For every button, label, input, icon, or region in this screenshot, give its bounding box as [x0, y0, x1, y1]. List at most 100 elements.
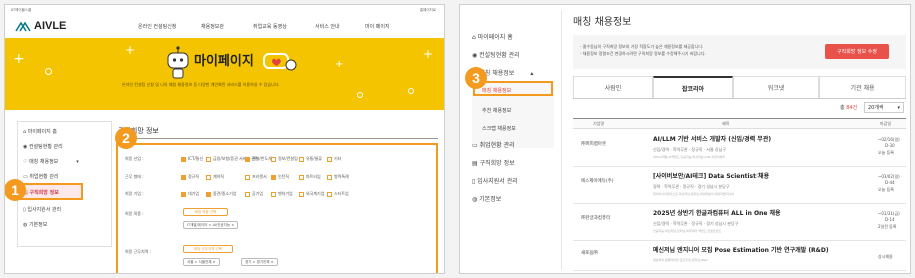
job-title[interactable]: 메신저님 엔지니어 모집 Pose Estimation 기반 연구개발 (R&…: [653, 248, 829, 254]
checkbox-icon[interactable]: [271, 174, 276, 180]
job-row[interactable]: 에스제이에듀(주) [사이버보안/AI테크] Data Scientist 채용 ☆…: [573, 167, 906, 204]
submenu-recommended[interactable]: 추천 채용정보: [482, 107, 511, 114]
job-tags: SW/AI개발,AI백엔드,인공지능,머신러닝,LLM,자연어처리: [653, 155, 726, 159]
checkbox-option[interactable]: 외국계기업: [299, 191, 324, 197]
checkbox-icon[interactable]: [181, 174, 186, 180]
checkbox-icon[interactable]: [181, 156, 186, 162]
checkbox-icon[interactable]: [245, 191, 250, 197]
checkbox-option[interactable]: 병역특례: [327, 174, 349, 180]
section-divider: [118, 138, 438, 139]
scrap-star-icon[interactable]: ☆: [755, 210, 761, 217]
checkbox-option[interactable]: 공기업: [245, 191, 263, 197]
nav-service[interactable]: 서비스 안내: [315, 25, 340, 30]
checkbox-option[interactable]: 대기업: [181, 191, 199, 197]
checkbox-icon[interactable]: [271, 156, 276, 162]
checkbox-option[interactable]: ICT/통신: [181, 156, 203, 162]
checkbox-option[interactable]: 인턴직: [271, 174, 289, 180]
sidebar-item-employment[interactable]: ▭ 취업현황 관리: [23, 173, 59, 180]
job-title[interactable]: 2025년 상반기 한글과컴퓨터 ALL in One 채용: [653, 211, 781, 217]
scrap-star-icon[interactable]: ☆: [755, 173, 761, 180]
job-row[interactable]: ㈜한글과컴퓨터 2025년 상반기 한글과컴퓨터 ALL in One 채용 ☆ 신입…: [573, 204, 906, 241]
checkbox-option[interactable]: 전자/반도체: [245, 156, 272, 162]
select-region-button[interactable]: 희망 근무지역 선택: [183, 245, 233, 253]
nav-mypage[interactable]: 마이 페이지: [365, 25, 390, 30]
checkbox-option[interactable]: 중견/중소기업: [206, 191, 236, 197]
nav-consulting[interactable]: 온라인 컨설팅신청: [138, 25, 176, 30]
sidebar-item-application[interactable]: ▯ 입사지원서 관리: [23, 206, 61, 213]
tab-saramin[interactable]: 사람인: [573, 76, 653, 98]
tab-jobkorea[interactable]: 잡코리아: [653, 76, 733, 98]
sidebar-item-home[interactable]: ⌂ 마이페이지 홈: [23, 128, 57, 135]
checkbox-option[interactable]: 계약직: [206, 174, 224, 180]
job-dday: D-44: [885, 180, 895, 185]
region-chip-gyeonggi[interactable]: 경기 > 경기전체 ×: [241, 258, 278, 266]
banner-title: 마이페이지: [194, 54, 254, 69]
right-screenshot: ⌂ 마이페이지 홈 ◉ 컨설팅현황 관리 ♡ 매칭 채용정보▴ 매칭 채용정보 …: [459, 4, 911, 274]
table-header: [573, 118, 906, 129]
sidebar-item-matching[interactable]: ♡ 매칭 채용정보 ▾: [23, 158, 79, 165]
checkbox-option[interactable]: 파트타임: [299, 174, 321, 180]
checkbox-option[interactable]: 정보/컨설팅: [271, 156, 298, 162]
home-link[interactable]: 홈페이지로: [420, 8, 436, 13]
company-type-label: 희망 기업 :: [125, 191, 144, 196]
job-company[interactable]: 에스제이에듀(주): [581, 179, 614, 185]
checkbox-option[interactable]: 기타: [327, 156, 341, 162]
mypage-banner: + + + + 마이페이지 온라인 컨설팅 신청 및 나의 매칭 채용정보 등 …: [5, 38, 444, 110]
checkbox-icon[interactable]: [299, 174, 304, 180]
job-title[interactable]: [사이버보안/AI테크] Data Scientist 채용: [653, 174, 769, 180]
tab-worknet[interactable]: 워크넷: [733, 76, 819, 98]
aivle-logo-icon: [15, 21, 31, 31]
sidebar-item-application[interactable]: ▯ 입사지원서 관리: [472, 176, 518, 185]
sidebar-item-employment[interactable]: ▭ 취업현황 관리: [472, 140, 515, 149]
edit-preference-button[interactable]: 구직희망 정보 수정: [825, 44, 889, 59]
scrap-star-icon[interactable]: ☆: [793, 247, 799, 254]
sidebar-item-home[interactable]: ⌂ 마이페이지 홈: [472, 32, 513, 41]
circle-decoration: [357, 92, 363, 98]
checkbox-icon[interactable]: [327, 156, 332, 162]
worktype-label: 근무 형태 :: [125, 174, 144, 179]
region-chip-seoul[interactable]: 서울 > 서울전체 ×: [183, 258, 220, 266]
job-row[interactable]: 새로움㈜ 메신저님 엔지니어 모집 Pose Estimation 기반 연구개발…: [573, 241, 906, 271]
callout-1: 1: [5, 179, 26, 201]
job-company[interactable]: ㈜한글과컴퓨터: [581, 216, 610, 222]
checkbox-icon[interactable]: [327, 191, 332, 197]
checkbox-icon[interactable]: [245, 156, 250, 162]
tab-institution[interactable]: 기관 채용: [819, 76, 906, 98]
checkbox-icon[interactable]: [181, 191, 186, 197]
sidebar-item-job-preference[interactable]: ▤ 구직희망 정보: [472, 158, 515, 167]
job-company[interactable]: 새로움㈜: [581, 251, 598, 257]
checkbox-option[interactable]: 프리랜서: [245, 174, 267, 180]
checkbox-option[interactable]: 유통/물류: [299, 156, 322, 162]
checkbox-icon[interactable]: [206, 174, 211, 180]
checkbox-icon[interactable]: [299, 191, 304, 197]
select-job-button[interactable]: 희망 직종 선택: [183, 208, 228, 216]
sidebar-item-consulting[interactable]: ◉ 컨설팅현황 관리: [23, 143, 63, 150]
checkbox-icon[interactable]: [271, 191, 276, 197]
nav-videos[interactable]: 취업교육 동영상: [253, 25, 287, 30]
checkbox-option[interactable]: 벤처기업: [271, 191, 293, 197]
callout-3: 3: [465, 67, 487, 89]
aivle-logo[interactable]: AIVLE: [15, 21, 66, 32]
sidebar-item-profile[interactable]: ◍ 기본정보: [23, 221, 47, 228]
checkbox-icon[interactable]: [327, 174, 332, 180]
job-chip[interactable]: IT개발/데이터 > AI/인공지능 ×: [183, 221, 239, 229]
top-brand-small[interactable]: KT에이블스쿨: [11, 8, 31, 13]
checkbox-option[interactable]: 스타트업: [327, 191, 349, 197]
job-row[interactable]: ㈜퍼피랩아웃 AI/LLM 기반 서비스 개발자 (신입/경력 무관) ☆ 신입/경력…: [573, 130, 906, 167]
sidebar-item-consulting[interactable]: ◉ 컨설팅현황 관리: [472, 50, 520, 59]
nav-jobs[interactable]: 채용정보관: [201, 25, 224, 30]
job-company[interactable]: ㈜퍼피랩아웃: [581, 142, 606, 148]
submenu-scrap[interactable]: 스크랩 채용정보: [482, 125, 516, 132]
checkbox-option[interactable]: 정규직: [181, 174, 199, 180]
checkbox-icon[interactable]: [206, 191, 211, 197]
chevron-down-icon: ▾: [897, 104, 900, 111]
checkbox-icon[interactable]: [245, 174, 250, 180]
checkbox-icon[interactable]: [206, 156, 211, 162]
checkbox-icon[interactable]: [299, 156, 304, 162]
per-page-select[interactable]: 20개씩 ▾: [864, 102, 904, 113]
document-icon: ▤: [472, 160, 480, 167]
sparkle-icon: +: [423, 47, 434, 61]
total-count: 총 84건: [840, 105, 858, 111]
sidebar-item-profile[interactable]: ◍ 기본정보: [472, 194, 501, 203]
scrap-star-icon[interactable]: ☆: [749, 136, 755, 143]
